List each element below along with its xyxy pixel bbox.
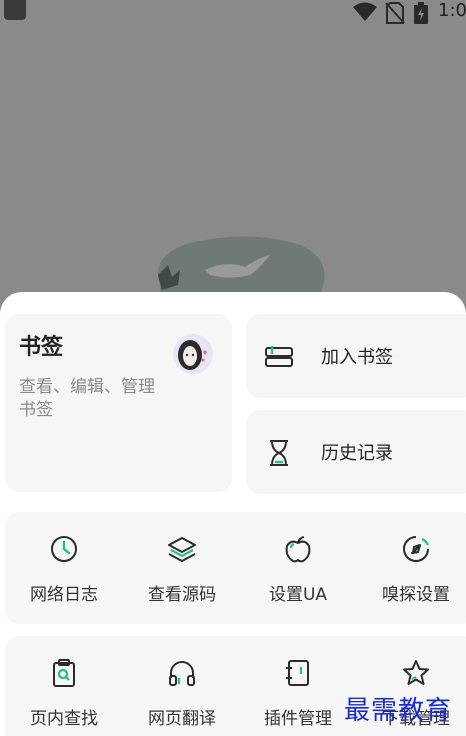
network-log-button[interactable]: 网络日志: [5, 512, 123, 624]
network-log-label: 网络日志: [30, 585, 98, 605]
clipboard-search-icon: [53, 659, 75, 687]
sniff-settings-label: 嗅探设置: [382, 585, 450, 605]
view-source-button[interactable]: 查看源码: [123, 512, 241, 624]
sniff-settings-button[interactable]: 嗅探设置: [357, 512, 466, 624]
headphones-icon: [169, 661, 195, 686]
find-in-page-label: 页内查找: [30, 709, 98, 729]
notification-icon: [4, 0, 26, 20]
find-in-page-button[interactable]: 页内查找: [5, 636, 123, 736]
hourglass-icon: [270, 440, 288, 466]
add-bookmark-button[interactable]: 加入书签: [246, 314, 466, 398]
notebook-icon: [286, 660, 309, 686]
plugin-manager-button[interactable]: 插件管理: [239, 636, 357, 736]
set-ua-button[interactable]: 设置UA: [239, 512, 357, 624]
history-label: 历史记录: [321, 443, 393, 464]
bookmarks-card[interactable]: 书签 查看、编辑、管理书签: [5, 314, 232, 492]
apple-icon: [285, 536, 311, 563]
translate-page-label: 网页翻译: [148, 709, 216, 729]
plugin-manager-label: 插件管理: [264, 709, 332, 729]
wifi-icon: [353, 2, 377, 21]
watermark: 最需教育: [344, 696, 453, 726]
no-sim-icon: [385, 2, 405, 24]
tools-row-1: 网络日志 查看源码 设置UA 嗅探设置: [5, 512, 466, 624]
clock-icon: [51, 536, 77, 562]
set-ua-label: 设置UA: [268, 585, 328, 605]
avatar: [173, 334, 213, 374]
bookmarks-description: 查看、编辑、管理书签: [19, 377, 155, 420]
translate-page-button[interactable]: 网页翻译: [123, 636, 241, 736]
add-bookmark-label: 加入书签: [321, 347, 393, 368]
status-bar: 1:0: [0, 0, 466, 30]
compass-icon: [403, 536, 430, 562]
menu-bottom-sheet: 书签 查看、编辑、管理书签 加入书签 历史记录 网络日志 查看源码 设置UA 嗅…: [0, 292, 466, 736]
layers-icon: [168, 537, 196, 563]
star-icon: [403, 660, 429, 685]
bookmark-add-icon: [265, 346, 293, 367]
history-button[interactable]: 历史记录: [246, 410, 466, 494]
battery-icon: [414, 2, 428, 24]
view-source-label: 查看源码: [148, 585, 216, 605]
bookmarks-title: 书签: [19, 335, 64, 360]
status-time: 1:0: [438, 0, 466, 21]
